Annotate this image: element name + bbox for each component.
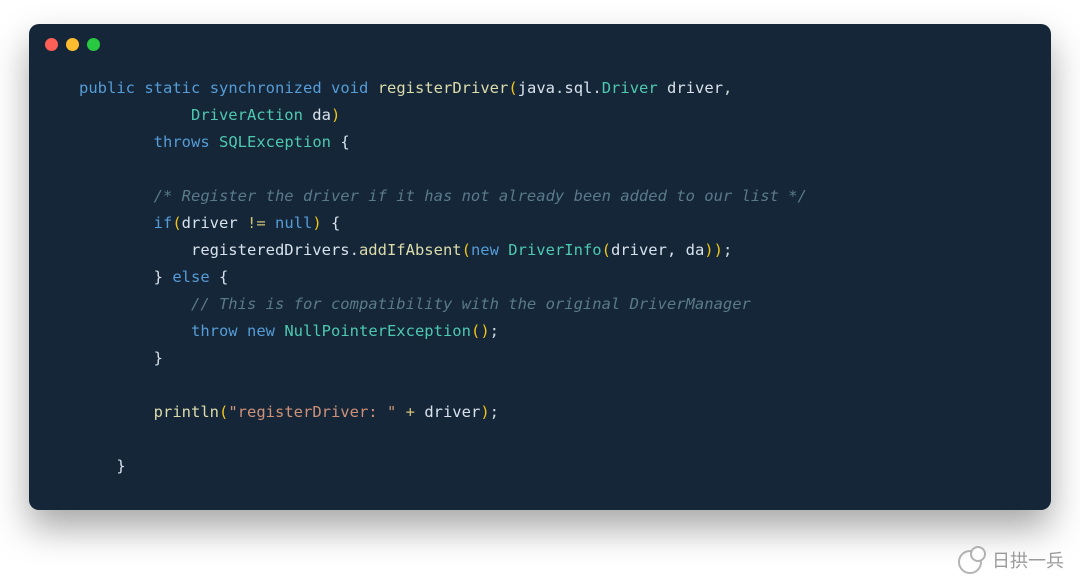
indent [79,349,154,367]
paren-close: ) [704,241,713,259]
brace-close: } [154,349,163,367]
paren-close: ) [480,403,489,421]
code-block: public static synchronized void register… [29,61,1051,490]
traffic-light-close-icon[interactable] [45,38,58,51]
watermark-text: 日拱一兵 [992,547,1064,573]
watermark: 日拱一兵 [958,546,1064,574]
indent [79,241,191,259]
param: da [303,106,331,124]
indent [79,295,191,313]
dot: . [555,79,564,97]
window-titlebar [29,38,1051,61]
kw-null: null [275,214,312,232]
method-call: addIfAbsent [359,241,462,259]
kw-else: else [163,268,219,286]
wechat-icon [958,546,986,574]
paren-close: ) [312,214,321,232]
kw-if: if [154,214,173,232]
var: driver [424,403,480,421]
semicolon: ; [490,322,499,340]
traffic-light-minimize-icon[interactable] [66,38,79,51]
type: Driver [602,79,658,97]
type: SQLException [219,133,331,151]
indent [79,187,154,205]
kw-static: static [144,79,200,97]
kw-void: void [331,79,368,97]
indent [79,268,154,286]
type: DriverInfo [499,241,602,259]
brace-close: } [154,268,163,286]
traffic-light-zoom-icon[interactable] [87,38,100,51]
method-call: println [154,403,219,421]
indent [79,403,154,421]
method-name: registerDriver [378,79,509,97]
indent [79,457,116,475]
indent [79,133,154,151]
pkg: java [518,79,555,97]
semicolon: ; [723,241,732,259]
comment-block: /* Register the driver if it has not alr… [154,187,807,205]
code-window: public static synchronized void register… [29,24,1051,510]
var: driver [182,214,238,232]
kw-throws: throws [154,133,210,151]
kw-throw: throw [191,322,238,340]
indent [79,106,191,124]
string-literal: "registerDriver: " [228,403,396,421]
kw-new: new [238,322,285,340]
type: NullPointerException [284,322,471,340]
paren-open: ( [602,241,611,259]
brace-close: } [116,457,125,475]
paren-open: ( [508,79,517,97]
paren-open: ( [172,214,181,232]
dot: . [592,79,601,97]
dot: . [350,241,359,259]
indent [79,214,154,232]
pkg-sub: sql [564,79,592,97]
kw-synchronized: synchronized [210,79,322,97]
brace-open: { [219,268,228,286]
param: driver [658,79,723,97]
paren-close: ) [331,106,340,124]
op-ne: != [238,214,275,232]
comment-line: // This is for compatibility with the or… [191,295,751,313]
kw-public: public [79,79,135,97]
brace-open: { [322,214,341,232]
paren-close: ) [714,241,723,259]
semicolon: ; [490,403,499,421]
op-plus: + [396,403,424,421]
args: driver, da [611,241,704,259]
type: DriverAction [191,106,303,124]
paren-open: ( [462,241,471,259]
obj: registeredDrivers [191,241,350,259]
brace-open: { [331,133,350,151]
comma: , [723,79,732,97]
kw-new: new [471,241,499,259]
paren-open: ( [471,322,480,340]
paren-close: ) [480,322,489,340]
paren-open: ( [219,403,228,421]
indent [79,322,191,340]
